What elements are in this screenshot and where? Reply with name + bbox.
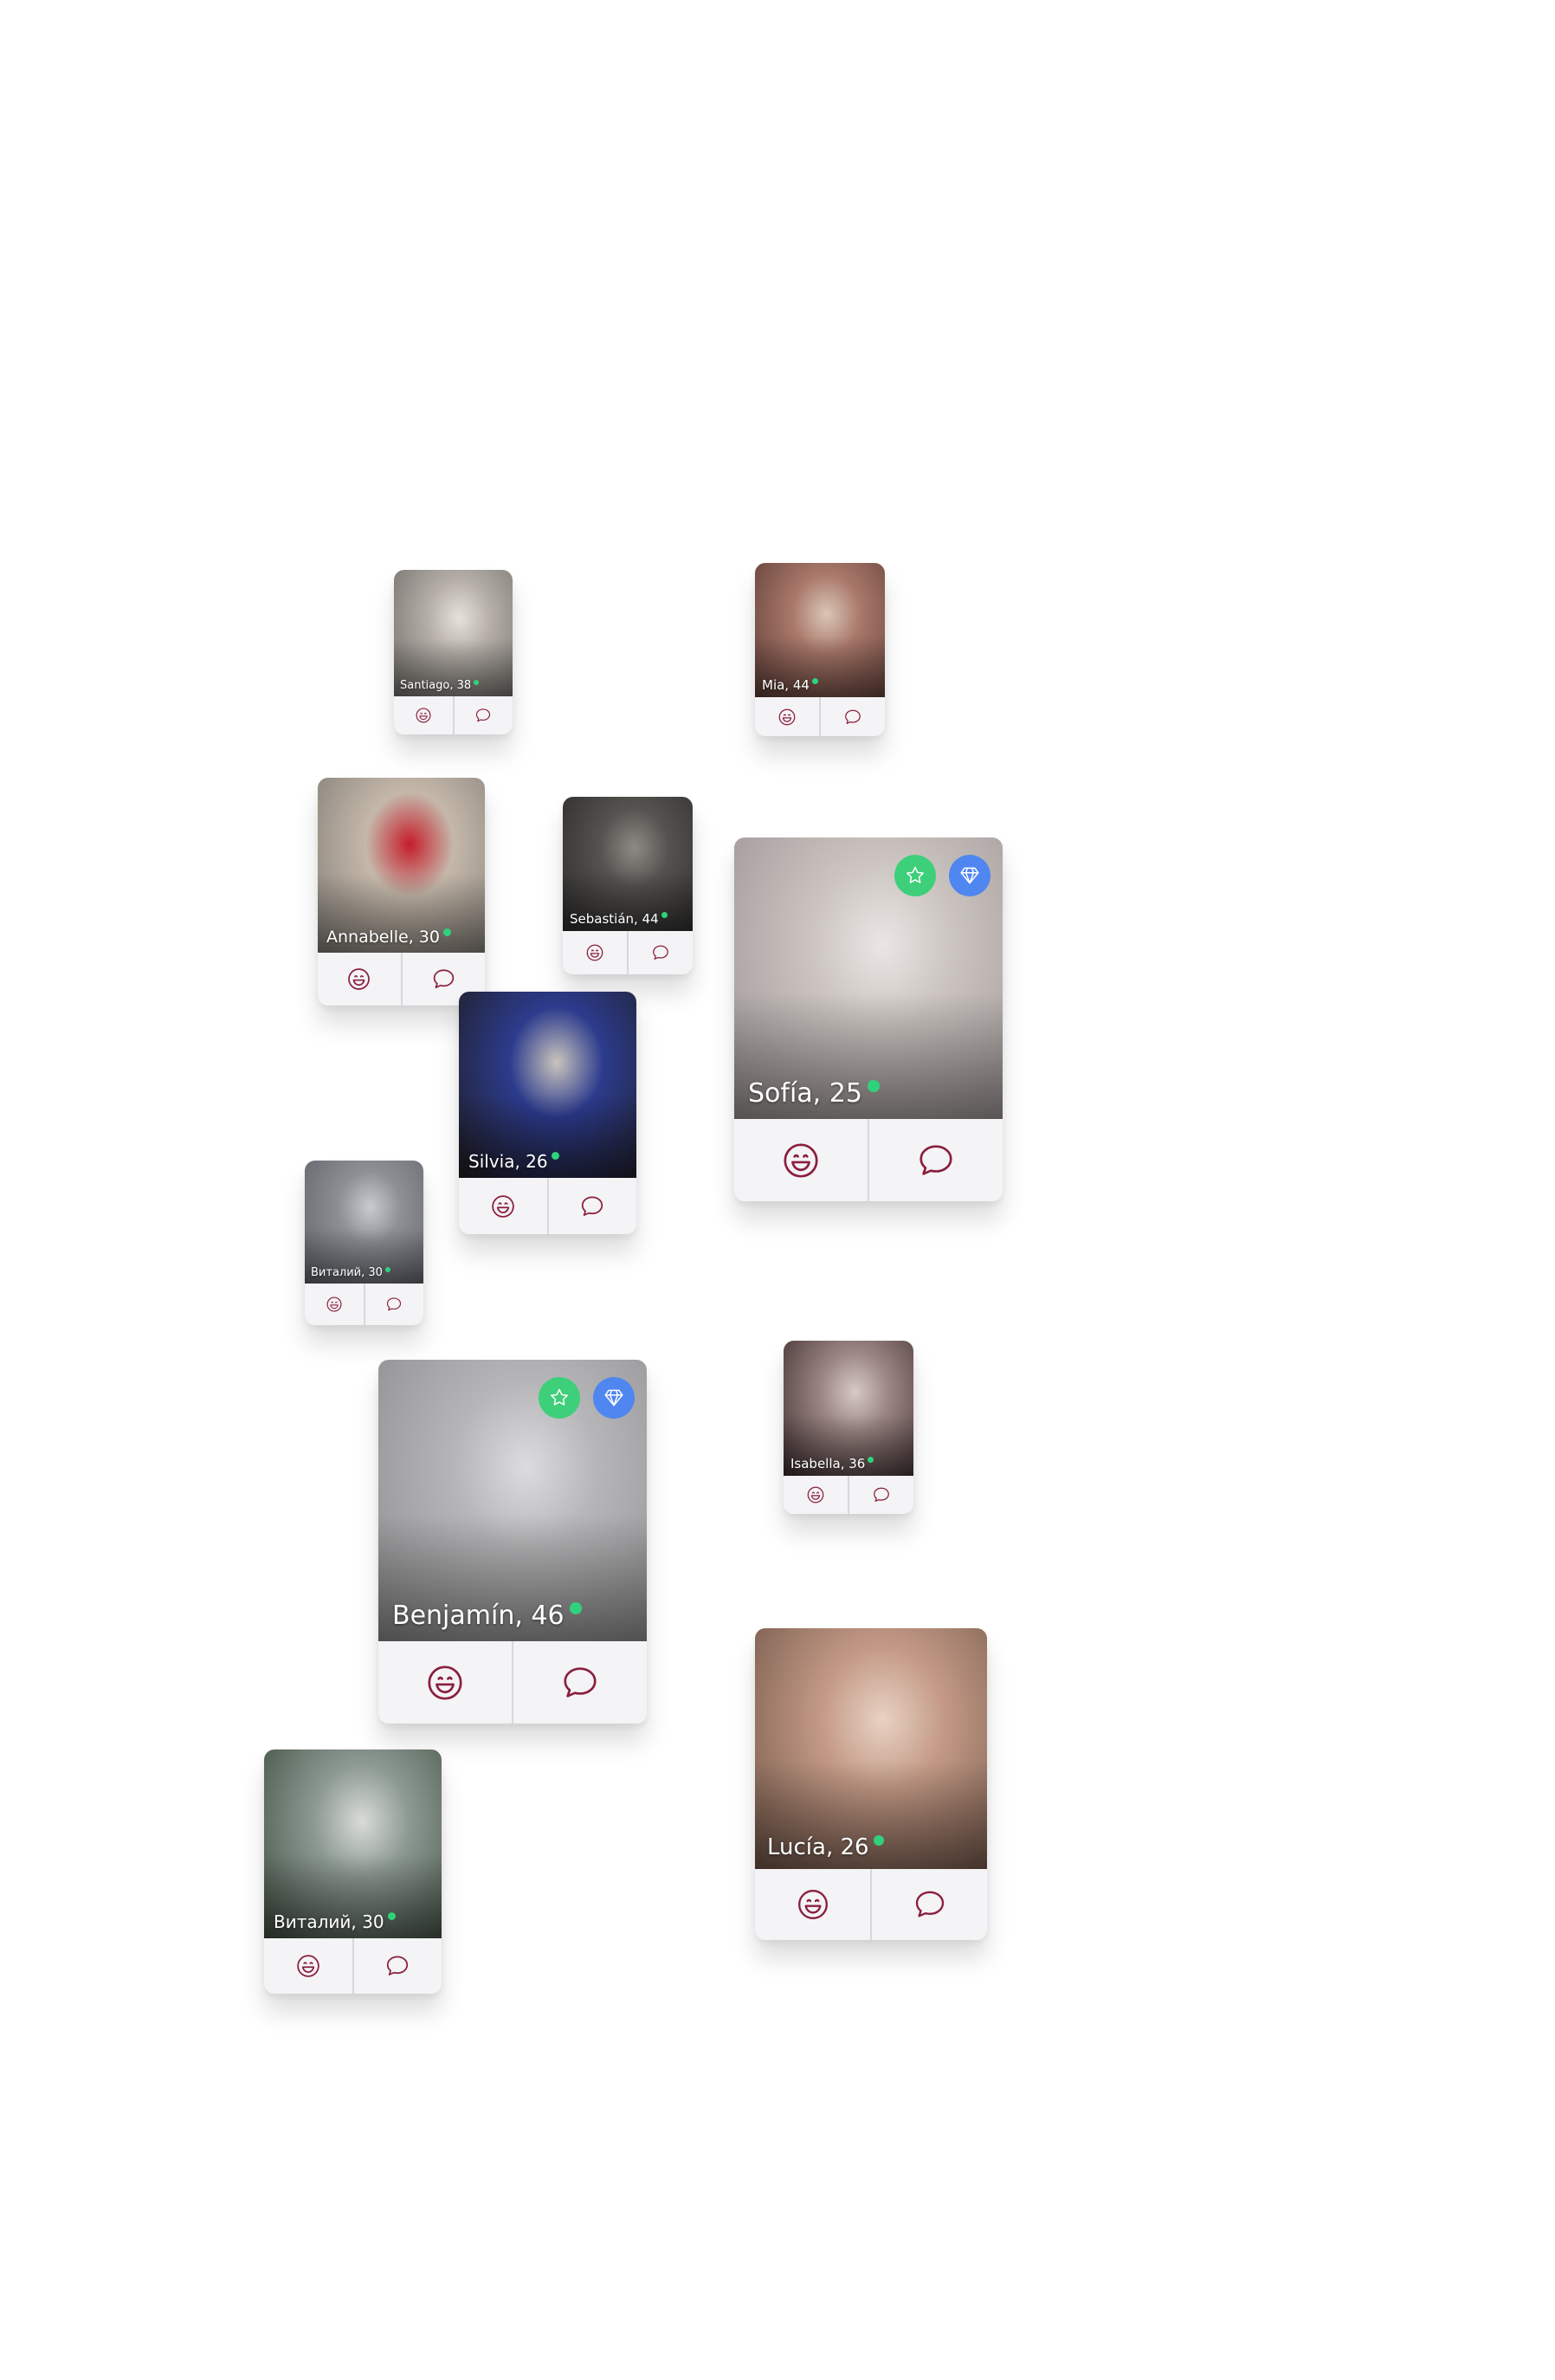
smile-icon	[348, 968, 371, 990]
profile-card[interactable]: Sofía, 25	[734, 838, 1003, 1201]
smile-icon	[492, 1194, 514, 1218]
profile-card[interactable]: Silvia, 26	[459, 992, 636, 1234]
card-action-bar	[264, 1938, 442, 1994]
chat-button[interactable]	[848, 1476, 913, 1514]
profile-name-age: Santiago, 38	[400, 679, 472, 692]
profile-photo[interactable]	[755, 1628, 987, 1869]
premium-badge[interactable]	[593, 1377, 635, 1419]
profile-photo[interactable]	[394, 570, 513, 696]
wink-button[interactable]	[734, 1119, 868, 1201]
wink-button[interactable]	[378, 1641, 512, 1724]
wink-button[interactable]	[459, 1178, 547, 1234]
profile-name-age: Sebastián, 44	[570, 911, 659, 927]
card-action-bar	[305, 1284, 423, 1325]
chat-button[interactable]	[627, 931, 693, 974]
chat-button[interactable]	[512, 1641, 647, 1724]
chat-bubble-icon	[582, 1196, 603, 1216]
profile-card[interactable]: Isabella, 36	[784, 1341, 913, 1514]
chat-button[interactable]	[870, 1869, 987, 1940]
wink-button[interactable]	[318, 953, 401, 1006]
chat-bubble-icon	[476, 708, 491, 722]
chat-bubble-icon	[874, 1487, 889, 1502]
profile-photo[interactable]	[318, 778, 485, 953]
chat-button[interactable]	[868, 1119, 1003, 1201]
card-action-bar	[755, 697, 885, 736]
wink-button[interactable]	[563, 931, 627, 974]
online-status-dot	[867, 1079, 880, 1092]
profile-name-age: Benjamín, 46	[392, 1601, 565, 1631]
card-action-bar	[378, 1641, 647, 1724]
online-status-dot	[384, 1266, 390, 1272]
online-status-dot	[811, 677, 818, 684]
wink-button[interactable]	[784, 1476, 848, 1514]
smile-icon	[807, 1486, 824, 1504]
chat-bubble-icon	[653, 945, 668, 960]
smile-icon	[326, 1297, 342, 1312]
profile-name-age: Annabelle, 30	[326, 928, 440, 947]
card-action-bar	[784, 1476, 913, 1514]
star-icon	[551, 1388, 568, 1406]
diamond-icon	[604, 1389, 623, 1407]
profile-card[interactable]: Виталий, 30	[264, 1749, 442, 1994]
chat-bubble-icon	[919, 1144, 952, 1175]
profile-photo[interactable]	[264, 1749, 442, 1938]
card-action-bar	[459, 1178, 636, 1234]
chat-button[interactable]	[819, 697, 885, 736]
profile-name-age: Lucía, 26	[767, 1834, 869, 1860]
profile-name-age: Silvia, 26	[468, 1151, 548, 1172]
chat-button[interactable]	[352, 1938, 442, 1994]
chat-bubble-icon	[387, 1956, 409, 1976]
chat-bubble-icon	[387, 1297, 402, 1311]
wink-button[interactable]	[305, 1284, 364, 1325]
profile-card[interactable]: Виталий, 30	[305, 1161, 423, 1325]
smile-icon	[784, 1142, 818, 1178]
profile-card[interactable]: Benjamín, 46	[378, 1360, 647, 1724]
online-status-dot	[569, 1601, 582, 1614]
profile-photo[interactable]	[305, 1161, 423, 1284]
smile-icon	[586, 944, 603, 961]
profile-card[interactable]: Sebastián, 44	[563, 797, 693, 974]
smile-icon	[297, 1955, 319, 1977]
card-action-bar	[755, 1869, 987, 1940]
card-action-bar	[734, 1119, 1003, 1201]
wink-button[interactable]	[755, 697, 819, 736]
favorite-badge[interactable]	[894, 855, 936, 896]
online-status-dot	[661, 911, 668, 918]
wink-button[interactable]	[394, 696, 453, 734]
wink-button[interactable]	[264, 1938, 352, 1994]
chat-bubble-icon	[433, 969, 454, 989]
online-status-dot	[474, 679, 480, 685]
smile-icon	[428, 1665, 462, 1700]
profile-name-age: Mia, 44	[762, 677, 810, 693]
profile-card[interactable]: Annabelle, 30	[318, 778, 485, 1006]
chat-button[interactable]	[363, 1284, 424, 1325]
online-status-dot	[551, 1152, 559, 1160]
online-status-dot	[873, 1835, 884, 1846]
favorite-badge[interactable]	[539, 1377, 580, 1419]
card-action-bar	[563, 931, 693, 974]
card-action-bar	[394, 696, 513, 734]
online-status-dot	[387, 1912, 396, 1920]
premium-badge[interactable]	[949, 855, 990, 896]
smile-icon	[797, 1890, 828, 1919]
chat-bubble-icon	[564, 1666, 597, 1698]
chat-button[interactable]	[452, 696, 513, 734]
chat-bubble-icon	[845, 709, 861, 724]
online-status-dot	[442, 928, 451, 936]
profile-card[interactable]: Mia, 44	[755, 563, 885, 736]
chat-bubble-icon	[915, 1891, 944, 1918]
smile-icon	[778, 708, 796, 725]
smile-icon	[416, 708, 431, 723]
profile-name-age: Isabella, 36	[790, 1456, 866, 1471]
profile-name-age: Sofía, 25	[748, 1078, 862, 1109]
profile-name-age: Виталий, 30	[274, 1911, 384, 1932]
diamond-icon	[960, 867, 979, 884]
profile-photo[interactable]	[459, 992, 636, 1178]
chat-button[interactable]	[546, 1178, 637, 1234]
profile-card[interactable]: Lucía, 26	[755, 1628, 987, 1940]
star-icon	[907, 866, 924, 883]
wink-button[interactable]	[755, 1869, 870, 1940]
profile-name-age: Виталий, 30	[311, 1266, 383, 1279]
profile-card[interactable]: Santiago, 38	[394, 570, 513, 734]
